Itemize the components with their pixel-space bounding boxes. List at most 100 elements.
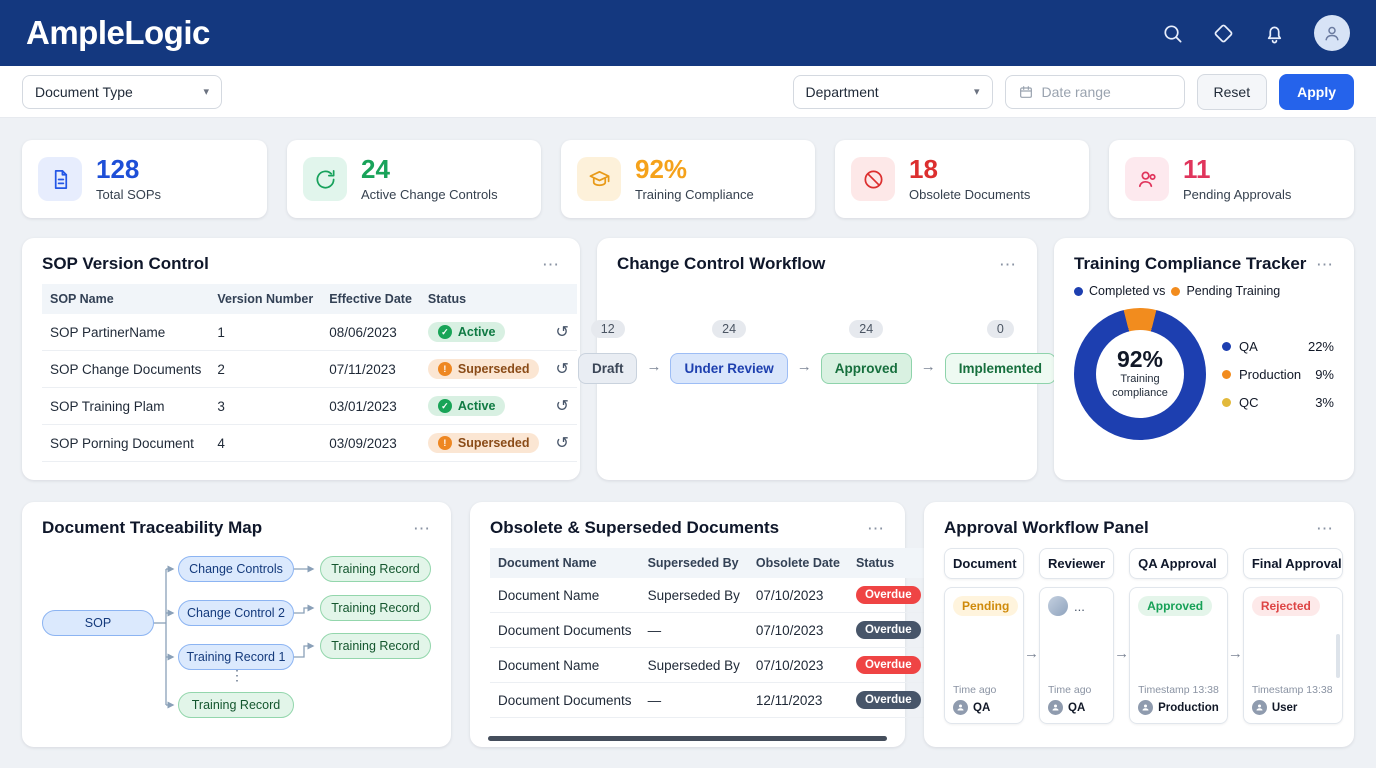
kpi-active-change-controls[interactable]: 24 Active Change Controls [287,140,541,218]
production-dot [1222,370,1231,379]
trace-node-change-controls[interactable]: Change Controls [178,556,294,582]
bottom-panels: Document Traceability Map ⋯ [0,480,1376,747]
stage-chip-implemented[interactable]: Implemented [945,353,1056,384]
stage-under-review: 24 Under Review [670,320,787,384]
table-row[interactable]: Document Documents — 12/11/2023 Overdue [490,683,929,718]
search-icon[interactable] [1161,22,1184,45]
approval-columns: Document Pending Time ago QA → Reviewer [944,548,1334,724]
reviewer-row: ... [1048,596,1105,616]
check-icon: ✓ [438,325,452,339]
arrow-right-icon: → [921,358,936,375]
bell-icon[interactable] [1263,22,1286,45]
arrow-right-icon: → [1024,611,1039,662]
trace-node-sop[interactable]: SOP [42,610,154,636]
approval-card-qa[interactable]: Approved Timestamp 13:38 Production [1129,587,1228,724]
stage-count: 0 [987,320,1014,338]
table-row[interactable]: SOP PartinerName 1 08/06/2023 ✓Active ↺ [42,314,577,351]
workflow-stages: 12 Draft → 24 Under Review → 24 Approved… [617,320,1017,384]
time-label: Timestamp 13:38 [1138,684,1219,696]
panel-title: Document Traceability Map [42,518,262,538]
sync-icon [303,157,347,201]
history-icon[interactable]: ↺ [555,322,568,342]
approval-column-header: QA Approval [1129,548,1228,579]
stage-chip-under-review[interactable]: Under Review [670,353,787,384]
status-badge: Rejected [1252,596,1320,616]
diamond-icon[interactable] [1212,22,1235,45]
column-header: Effective Date [321,284,420,314]
app-logo[interactable]: AmpleLogic [26,14,210,52]
person-icon [1252,700,1267,715]
breakdown-label: QC [1239,395,1259,410]
table-row[interactable]: SOP Change Documents 2 07/11/2023 !Super… [42,351,577,388]
department-select[interactable]: Department ▾ [793,75,993,109]
vertical-dots-icon: ⋮ [230,668,244,682]
sop-name-cell: SOP PartinerName [42,314,209,351]
qa-dot [1222,342,1231,351]
user-avatar[interactable] [1314,15,1350,51]
vertical-scrollbar[interactable] [1336,634,1340,678]
history-icon[interactable]: ↺ [555,433,568,453]
stage-chip-draft[interactable]: Draft [578,353,638,384]
ellipsis-menu-icon[interactable]: ⋯ [542,256,560,273]
ellipsis-menu-icon[interactable]: ⋯ [1316,520,1334,537]
header-icons [1161,15,1350,51]
kpi-pending-approvals[interactable]: 11 Pending Approvals [1109,140,1354,218]
ellipsis-menu-icon[interactable]: ⋯ [413,520,431,537]
trace-node-training-record[interactable]: Training Record [320,633,431,659]
panel-title: Training Compliance Tracker [1074,254,1306,274]
stage-chip-approved[interactable]: Approved [821,353,912,384]
approval-card-reviewer[interactable]: ... Time ago QA [1039,587,1114,724]
date-range-input[interactable]: Date range [1005,75,1185,109]
kpi-label: Total SOPs [96,187,161,202]
ellipsis-menu-icon[interactable]: ⋯ [867,520,885,537]
table-row[interactable]: Document Name Superseded By 07/10/2023 O… [490,578,929,613]
version-cell: 1 [209,314,321,351]
breakdown-label: QA [1239,339,1258,354]
kpi-obsolete-documents[interactable]: 18 Obsolete Documents [835,140,1089,218]
approval-card-final[interactable]: Rejected Timestamp 13:38 User [1243,587,1343,724]
column-header: Status [420,284,548,314]
approval-workflow-panel: Approval Workflow Panel ⋯ Document Pendi… [924,502,1354,747]
training-donut[interactable]: 92% Training compliance [1074,308,1206,440]
date-cell: 03/09/2023 [321,425,420,462]
donut-legend: Completed vs Pending Training [1074,284,1334,298]
approval-column-document: Document Pending Time ago QA [944,548,1024,724]
approval-card-document[interactable]: Pending Time ago QA [944,587,1024,724]
history-icon[interactable]: ↺ [555,359,568,379]
document-type-select[interactable]: Document Type ▾ [22,75,222,109]
table-row[interactable]: Document Name Superseded By 07/10/2023 O… [490,648,929,683]
ellipsis-menu-icon[interactable]: ⋯ [999,256,1017,273]
table-row[interactable]: SOP Porning Document 4 03/09/2023 !Super… [42,425,577,462]
sop-name-cell: SOP Change Documents [42,351,209,388]
stage-draft: 12 Draft [578,320,638,384]
donut-body: 92% Training compliance QA 22% Productio… [1074,308,1334,440]
trace-node-change-control-2[interactable]: Change Control 2 [178,600,294,626]
filter-right-group: Department ▾ Date range Reset Apply [793,74,1354,110]
trace-node-training-record[interactable]: Training Record [320,595,431,621]
ellipsis-menu-icon[interactable]: ⋯ [1316,256,1334,273]
kpi-training-compliance[interactable]: 92% Training Compliance [561,140,815,218]
stage-count: 24 [712,320,746,338]
reset-button[interactable]: Reset [1197,74,1268,110]
status-badge: Approved [1138,596,1212,616]
trace-node-training-record[interactable]: Training Record [320,556,431,582]
apply-button[interactable]: Apply [1279,74,1354,110]
exclaim-icon: ! [438,436,452,450]
table-header-row: SOP Name Version Number Effective Date S… [42,284,577,314]
table-header-row: Document Name Superseded By Obsolete Dat… [490,548,929,578]
kpi-total-sops[interactable]: 128 Total SOPs [22,140,267,218]
traceability-map-panel: Document Traceability Map ⋯ [22,502,451,747]
trace-node-training-record[interactable]: Training Record [178,692,294,718]
approval-column-header: Final Approval [1243,548,1343,579]
breakdown-item-production: Production 9% [1222,367,1334,382]
filter-bar: Document Type ▾ Department ▾ Date range … [0,66,1376,118]
donut-value: 92% [1117,347,1163,372]
approval-column-header: Document [944,548,1024,579]
calendar-icon [1018,84,1034,100]
time-label: Time ago [953,684,1015,696]
history-icon[interactable]: ↺ [555,396,568,416]
column-header: Document Name [490,548,640,578]
table-row[interactable]: Document Documents — 07/10/2023 Overdue [490,613,929,648]
table-row[interactable]: SOP Training Plam 3 03/01/2023 ✓Active ↺ [42,388,577,425]
horizontal-scrollbar[interactable] [488,736,887,741]
